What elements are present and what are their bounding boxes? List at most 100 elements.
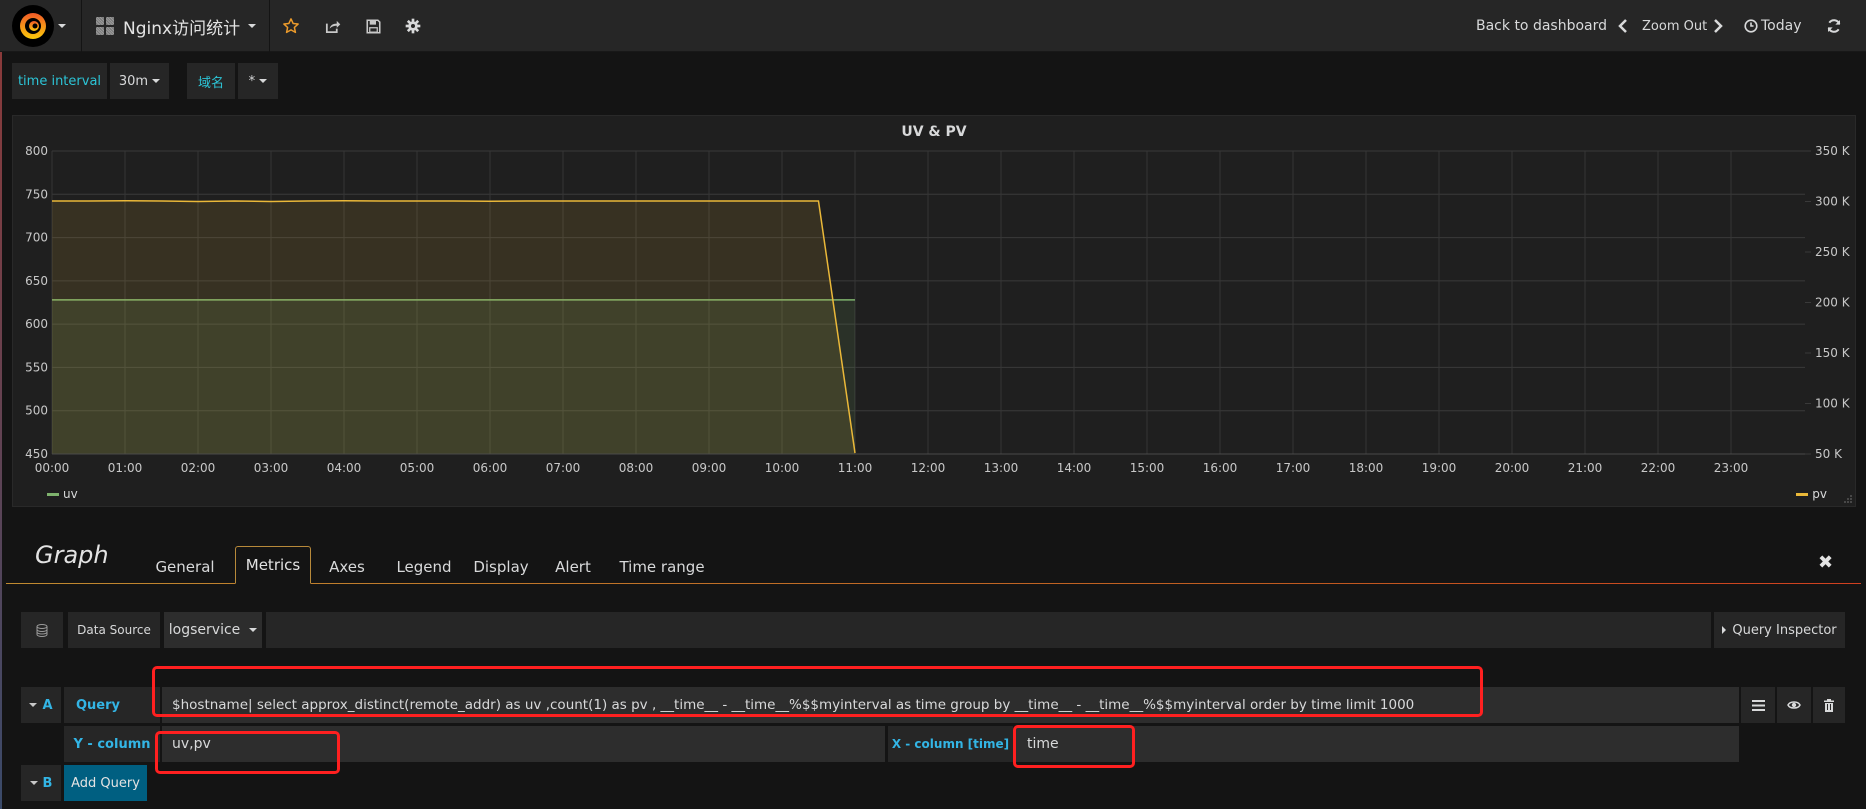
x-tick-label: 09:00 — [692, 461, 727, 475]
tab-metrics[interactable]: Metrics — [235, 546, 311, 584]
x-tick-label: 04:00 — [327, 461, 362, 475]
tab-display[interactable]: Display — [467, 550, 535, 584]
database-icon — [21, 612, 63, 648]
caret-down-icon — [29, 781, 38, 785]
data-source-select[interactable]: logservice — [164, 612, 262, 648]
eye-icon[interactable] — [1777, 687, 1811, 723]
share-icon[interactable] — [322, 16, 342, 36]
legend-swatch-pv — [1796, 492, 1809, 496]
query-b-collapse-toggle[interactable]: B — [21, 765, 61, 801]
back-to-dashboard-label: Back to dashboard — [1476, 18, 1608, 34]
x-column-label-text: X - column [time] — [891, 737, 1010, 751]
tab-time-range[interactable]: Time range — [614, 550, 710, 584]
query-inspector-button[interactable]: Query Inspector — [1714, 612, 1845, 648]
data-source-filler — [266, 612, 1711, 648]
clock-icon — [1744, 19, 1758, 33]
chevron-right-icon[interactable] — [1713, 0, 1723, 52]
zoom-out-button[interactable]: Zoom Out — [1642, 0, 1707, 52]
x-tick-label: 17:00 — [1276, 461, 1311, 475]
dashboard-picker[interactable]: Nginx访问统计 — [82, 0, 270, 52]
query-label-text: Query — [76, 697, 121, 713]
y-left-tick-label: 550 — [25, 360, 48, 374]
x-tick-label: 02:00 — [181, 461, 216, 475]
save-icon[interactable] — [363, 16, 383, 36]
y-left-tick-label: 800 — [25, 144, 48, 158]
variable-select-domain[interactable]: * — [238, 63, 278, 99]
variable-select-time-interval[interactable]: 30m — [110, 63, 169, 99]
x-tick-label: 18:00 — [1349, 461, 1384, 475]
y-left-tick-label: 700 — [25, 231, 48, 245]
tab-axes[interactable]: Axes — [323, 550, 371, 584]
x-tick-label: 07:00 — [546, 461, 581, 475]
add-query-label: Add Query — [71, 775, 140, 791]
legend-label-pv: pv — [1812, 487, 1827, 501]
top-navbar: Nginx访问统计 Back to dashboard Zoom Out Tod… — [0, 0, 1866, 52]
x-tick-label: 20:00 — [1495, 461, 1530, 475]
legend-item-uv[interactable]: uv — [47, 487, 78, 501]
query-menu-icon[interactable] — [1741, 687, 1775, 723]
data-source-value: logservice — [168, 622, 241, 638]
chevron-down-icon — [58, 24, 66, 28]
star-icon[interactable] — [281, 16, 301, 36]
data-source-label: Data Source — [68, 612, 160, 648]
time-picker-button[interactable]: Today — [1744, 0, 1802, 52]
x-tick-label: 14:00 — [1057, 461, 1092, 475]
tab-legend[interactable]: Legend — [390, 550, 458, 584]
refresh-icon[interactable] — [1826, 0, 1842, 52]
y-right-tick-label: 150 K — [1815, 346, 1851, 360]
tab-alert[interactable]: Alert — [551, 550, 595, 584]
series-area-pv — [52, 200, 855, 454]
back-to-dashboard-link[interactable]: Back to dashboard — [1476, 0, 1607, 52]
legend-item-pv[interactable]: pv — [1796, 487, 1827, 501]
y-right-tick-label: 200 K — [1815, 296, 1851, 310]
annotation-highlight-x-column — [1013, 725, 1135, 768]
y-column-label: Y - column — [64, 726, 160, 762]
variable-name: 域名 — [197, 75, 224, 91]
trash-icon[interactable] — [1813, 687, 1845, 723]
data-source-label-text: Data Source — [77, 623, 151, 637]
time-range-label: Today — [1761, 18, 1802, 34]
y-right-tick-label: 250 K — [1815, 245, 1851, 259]
x-tick-label: 06:00 — [473, 461, 508, 475]
y-left-tick-label: 600 — [25, 317, 48, 331]
y-right-tick-label: 50 K — [1815, 447, 1843, 461]
add-query-button[interactable]: Add Query — [64, 765, 147, 801]
y-right-tick-label: 100 K — [1815, 397, 1851, 411]
query-a-collapse-toggle[interactable]: A — [21, 687, 61, 723]
tab-general[interactable]: General — [145, 550, 225, 584]
x-tick-label: 13:00 — [984, 461, 1019, 475]
x-tick-label: 11:00 — [838, 461, 873, 475]
x-tick-label: 16:00 — [1203, 461, 1238, 475]
dashboard-title: Nginx访问统计 — [123, 18, 241, 39]
variable-value: 30m — [118, 73, 149, 89]
y-left-tick-label: 750 — [25, 187, 48, 201]
window-edge — [0, 52, 2, 809]
query-inspector-label: Query Inspector — [1732, 622, 1837, 638]
editor-title: Graph — [35, 541, 109, 569]
variable-name: time interval — [17, 73, 102, 89]
query-ref-b: B — [42, 775, 53, 791]
graph-panel[interactable]: UV & PV 450 500 550 600 650 700 750 800 50 K 100 … — [12, 115, 1856, 507]
query-ref-a: A — [42, 697, 53, 713]
caret-right-icon — [1722, 626, 1727, 634]
y-left-tick-label: 500 — [25, 404, 48, 418]
graph-chart: 450 500 550 600 650 700 750 800 50 K 100 K 150 K 20… — [25, 144, 1851, 475]
caret-down-icon — [29, 703, 38, 707]
annotation-highlight-y-column — [155, 731, 340, 774]
x-tick-label: 22:00 — [1641, 461, 1676, 475]
zoom-out-label: Zoom Out — [1642, 18, 1708, 34]
gear-icon[interactable] — [403, 16, 423, 36]
close-editor-icon[interactable]: ✖ — [1818, 552, 1833, 573]
legend-label-uv: uv — [63, 487, 78, 501]
variable-label-time-interval: time interval — [12, 63, 107, 99]
x-column-label: X - column [time] — [888, 726, 1013, 762]
grafana-menu-button[interactable] — [0, 0, 82, 52]
chevron-down-icon — [152, 79, 161, 83]
dashboard-grid-icon — [96, 17, 114, 35]
query-label: Query — [64, 687, 160, 723]
chevron-left-icon[interactable] — [1618, 0, 1628, 52]
panel-resize-handle[interactable] — [1843, 494, 1853, 504]
x-tick-label: 15:00 — [1130, 461, 1165, 475]
x-tick-label: 12:00 — [911, 461, 946, 475]
x-tick-label: 21:00 — [1568, 461, 1603, 475]
